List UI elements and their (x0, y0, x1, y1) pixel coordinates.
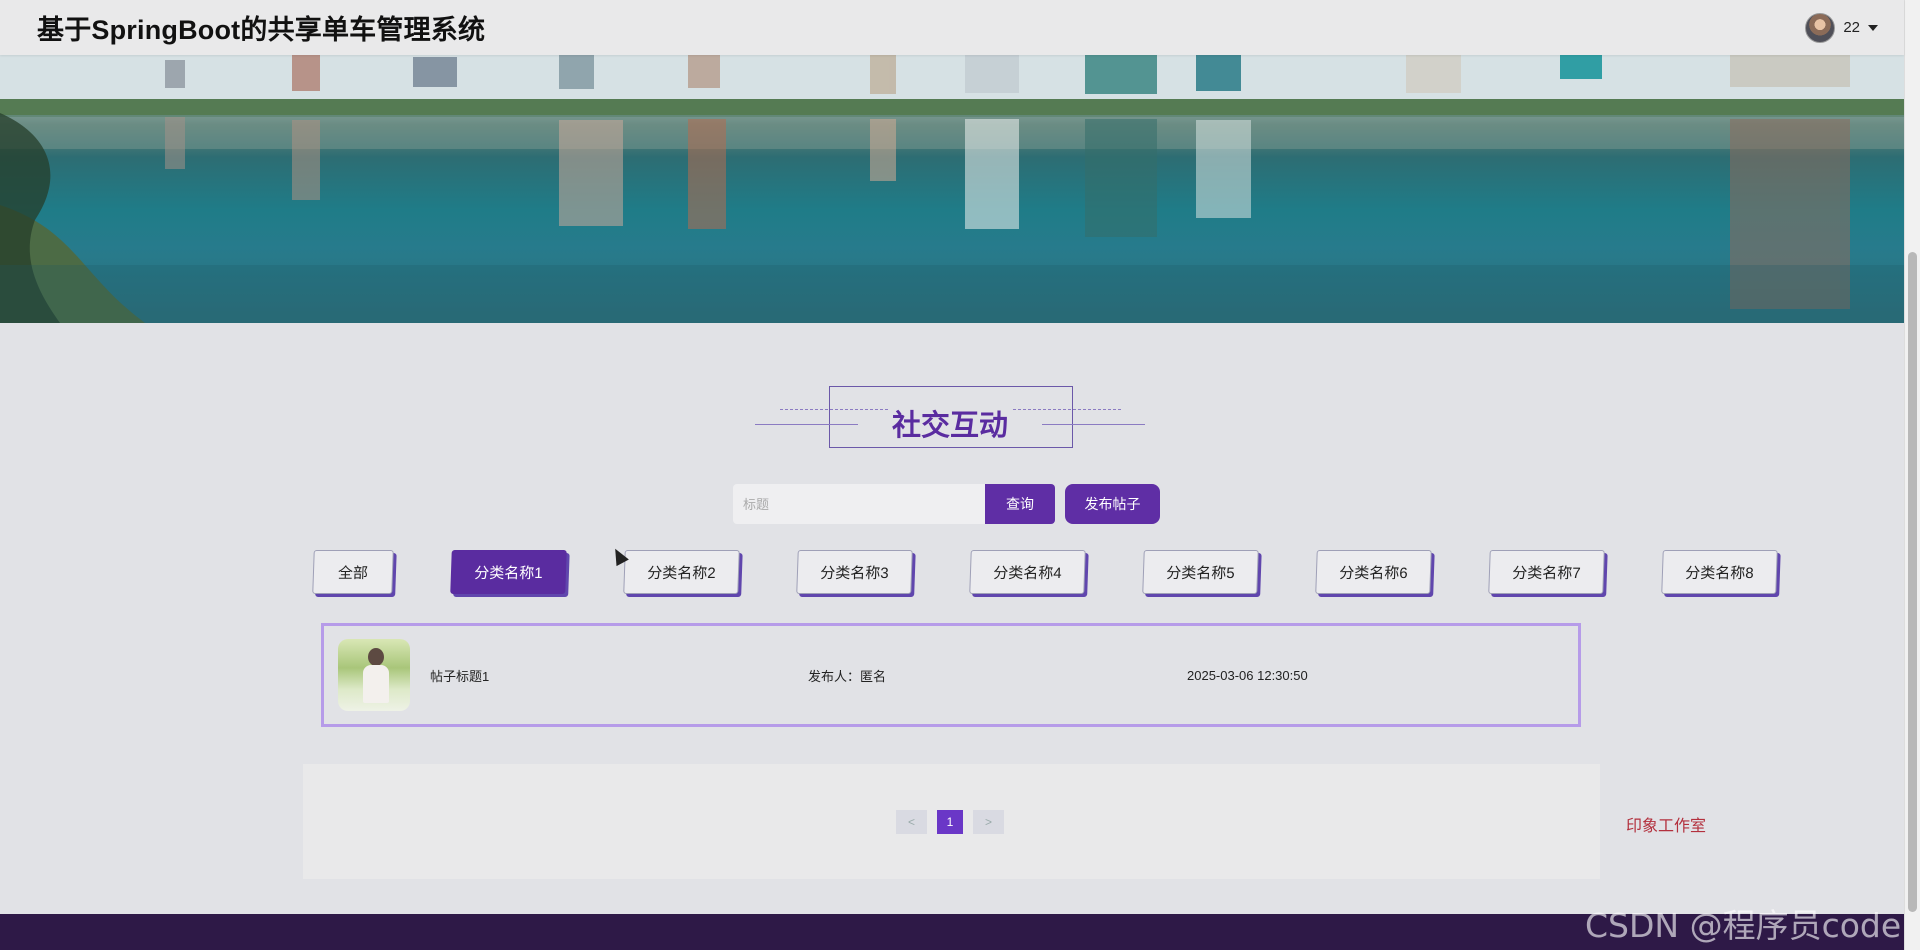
title-search-input[interactable] (733, 484, 985, 524)
current-page-button[interactable]: 1 (937, 810, 963, 834)
username-label[interactable]: 22 (1843, 19, 1860, 36)
category-tab-2[interactable]: 分类名称2 (623, 550, 740, 594)
hero-banner (0, 55, 1904, 323)
category-tab-4[interactable]: 分类名称4 (969, 550, 1086, 594)
category-tab-all[interactable]: 全部 (312, 550, 394, 594)
app-title: 基于SpringBoot的共享单车管理系统 (37, 15, 486, 45)
user-menu[interactable]: 22 (1805, 12, 1878, 43)
studio-credit: 印象工作室 (1626, 818, 1707, 835)
publish-post-button[interactable]: 发布帖子 (1065, 484, 1160, 524)
section-heading: 社交互动 (755, 386, 1145, 450)
user-avatar[interactable] (1805, 12, 1836, 43)
csdn-watermark: CSDN @程序员code (1585, 906, 1902, 945)
query-button[interactable]: 查询 (985, 484, 1055, 524)
category-tab-5[interactable]: 分类名称5 (1142, 550, 1259, 594)
post-list-item[interactable]: 帖子标题1 发布人：匿名 2025-03-06 12:30:50 (321, 623, 1581, 727)
pagination: < 1 > (896, 810, 1004, 834)
category-tabs: 全部 分类名称1 分类名称2 分类名称3 分类名称4 分类名称5 分类名称6 分… (312, 550, 1835, 594)
vertical-scrollbar[interactable] (1904, 0, 1920, 950)
post-timestamp: 2025-03-06 12:30:50 (1187, 667, 1308, 683)
post-author: 发布人：匿名 (808, 668, 887, 684)
category-tab-8[interactable]: 分类名称8 (1661, 550, 1778, 594)
previous-page-button[interactable]: < (896, 810, 927, 834)
top-navbar: 基于SpringBoot的共享单车管理系统 22 (0, 0, 1904, 55)
category-tab-6[interactable]: 分类名称6 (1315, 550, 1432, 594)
section-title: 社交互动 (891, 410, 1008, 442)
next-page-button[interactable]: > (973, 810, 1004, 834)
post-title[interactable]: 帖子标题1 (430, 666, 489, 685)
post-thumbnail[interactable] (338, 639, 410, 711)
category-tab-3[interactable]: 分类名称3 (796, 550, 913, 594)
category-tab-1[interactable]: 分类名称1 (450, 550, 567, 594)
category-tab-7[interactable]: 分类名称7 (1488, 550, 1605, 594)
search-bar: 查询 发布帖子 (733, 484, 1160, 524)
chevron-down-icon[interactable] (1868, 24, 1878, 31)
city-lake-banner-image (0, 55, 1904, 323)
scrollbar-thumb[interactable] (1908, 252, 1917, 912)
pagination-panel: < 1 > (303, 764, 1600, 879)
